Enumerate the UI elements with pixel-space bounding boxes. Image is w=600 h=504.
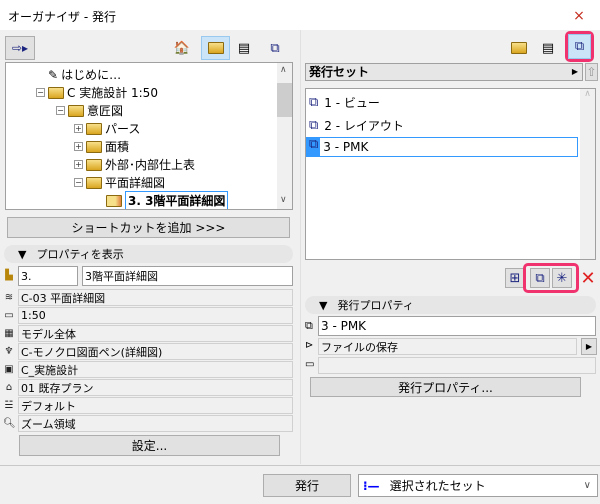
settings-button[interactable]: 設定... bbox=[19, 435, 280, 456]
view-map-icon[interactable] bbox=[201, 36, 230, 60]
scale-icon: ▭ bbox=[4, 310, 14, 321]
title-bar: オーガナイザ - 発行 × bbox=[0, 0, 600, 30]
zoom-icon: 🔍︎ bbox=[3, 418, 16, 429]
scrollbar[interactable]: ∧ ∨ bbox=[277, 63, 292, 209]
publisher-sets-icon[interactable]: ⧉ bbox=[568, 34, 591, 59]
view-map-tree[interactable]: ✎ はじめに… − C 実施設計 1:50 − 意匠図 + パース + 面積 + 外部･内部… bbox=[5, 62, 293, 210]
layer-icon: ≋ bbox=[4, 292, 14, 303]
dimension-field[interactable]: デフォルト bbox=[18, 397, 293, 414]
model-view-icon: ▦ bbox=[4, 328, 14, 339]
publisher-set-icon: ⧉ bbox=[309, 94, 319, 110]
tree-item[interactable]: ✎ はじめに… bbox=[48, 66, 121, 83]
tree-label: 平面詳細図 bbox=[105, 176, 166, 190]
view-id-input[interactable]: 3. bbox=[18, 266, 78, 286]
zoom-field[interactable]: ズーム領域 bbox=[18, 415, 293, 432]
chevron-down-icon: ∨ bbox=[583, 480, 591, 491]
close-button[interactable]: × bbox=[566, 6, 592, 26]
publish-method-menu-button[interactable]: ▶ bbox=[581, 338, 597, 355]
add-item-button[interactable]: ✳ bbox=[552, 268, 572, 288]
tree-item[interactable]: − 平面詳細図 bbox=[74, 174, 165, 191]
pen-set-icon: ♆ bbox=[4, 346, 14, 357]
dimension-icon: ☱ bbox=[4, 400, 14, 411]
tree-item-selected[interactable]: 3. 3階平面詳細図 bbox=[106, 191, 229, 209]
publisher-properties-button[interactable]: 発行プロパティ... bbox=[310, 377, 581, 397]
properties-panel: ▙ 3. 3階平面詳細図 ≋ C-03 平面詳細図 ▭ 1:50 ▦ モデル全体 ♆ C… bbox=[0, 266, 300, 436]
layout-book-icon[interactable]: ▤ bbox=[538, 38, 558, 58]
divider bbox=[0, 465, 600, 466]
window-title: オーガナイザ - 発行 bbox=[8, 10, 116, 24]
list-item-label: 1 - ビュー bbox=[324, 95, 380, 110]
override-icon: ▣ bbox=[4, 364, 14, 375]
publisher-set-small-icon: ⧉ bbox=[305, 319, 313, 332]
properties-section-toggle[interactable]: ▼ プロパティを表示 bbox=[4, 245, 293, 263]
path-field[interactable] bbox=[318, 357, 596, 374]
splitter[interactable] bbox=[300, 30, 301, 464]
list-item[interactable]: ⧉ 2 - レイアウト bbox=[309, 115, 404, 135]
tree-label: 意匠図 bbox=[87, 104, 124, 118]
publisher-set-header[interactable]: 発行セット ▶ bbox=[305, 63, 583, 81]
section-title: 発行プロパティ bbox=[337, 299, 414, 312]
publisher-set-icon: ⧉ bbox=[309, 117, 319, 133]
publish-button[interactable]: 発行 bbox=[263, 474, 351, 497]
publish-method-field[interactable]: ファイルの保存 bbox=[318, 338, 577, 355]
publish-target-menu-button[interactable]: ⇨▸ bbox=[5, 36, 35, 60]
graphic-override-field[interactable]: C_実施設計 bbox=[18, 361, 293, 378]
model-view-field[interactable]: モデル全体 bbox=[18, 325, 293, 342]
list-item-label: 2 - レイアウト bbox=[324, 118, 404, 133]
publish-scope-dropdown[interactable]: ⁝— 選択されたセット ∨ bbox=[358, 474, 598, 497]
scrollbar-thumb[interactable] bbox=[277, 83, 292, 117]
list-item[interactable]: ⧉ 1 - ビュー bbox=[309, 92, 380, 112]
renovation-filter-field[interactable]: 01 既存プラン bbox=[18, 379, 293, 396]
folder-icon: ▭ bbox=[305, 359, 315, 370]
layer-combination-field[interactable]: C-03 平面詳細図 bbox=[18, 289, 293, 306]
tree-item[interactable]: + パース bbox=[74, 120, 140, 137]
publish-method-icon: ⊳ bbox=[305, 340, 314, 351]
view-name-input[interactable]: 3階平面詳細図 bbox=[82, 266, 293, 286]
publisher-set-title: 発行セット bbox=[309, 65, 370, 79]
list-item-selected[interactable]: ⧉ 3 - PMK bbox=[306, 137, 578, 157]
tree-label: はじめに… bbox=[61, 68, 122, 82]
tree-label: 面積 bbox=[105, 140, 130, 154]
list-item-label: 3 - PMK bbox=[323, 140, 369, 154]
scrollbar[interactable]: ∧ bbox=[580, 89, 595, 259]
publisher-set-list[interactable]: ⧉ 1 - ビュー ⧉ 2 - レイアウト ⧉ 3 - PMK ∧ bbox=[305, 88, 596, 260]
new-publisher-set-button[interactable]: ⧉ bbox=[530, 268, 550, 288]
publisher-sets-icon[interactable]: ⧉ bbox=[265, 38, 285, 58]
new-folder-button[interactable]: ⊞ bbox=[505, 268, 525, 288]
tree-item[interactable]: + 外部･内部仕上表 bbox=[74, 156, 195, 173]
tree-label: C 実施設計 1:50 bbox=[67, 86, 158, 100]
delete-button[interactable]: ✕ bbox=[578, 268, 598, 289]
view-icon: ▙ bbox=[5, 270, 13, 281]
project-map-icon[interactable]: 🏠 bbox=[172, 38, 192, 58]
up-level-button[interactable]: ⇧ bbox=[585, 63, 598, 81]
pen-set-field[interactable]: C-モノクロ図面ペン(詳細図) bbox=[18, 343, 293, 360]
tree-item[interactable]: − C 実施設計 1:50 bbox=[36, 84, 158, 101]
tree-label: 3. 3階平面詳細図 bbox=[125, 191, 229, 209]
tree-item[interactable]: − 意匠図 bbox=[56, 102, 123, 119]
tree-item[interactable]: + 面積 bbox=[74, 138, 129, 155]
layout-book-icon[interactable]: ▤ bbox=[234, 38, 254, 58]
selected-set-icon: ⁝— bbox=[363, 478, 380, 493]
scale-field[interactable]: 1:50 bbox=[18, 307, 293, 324]
publisher-set-icon: ⧉ bbox=[307, 137, 321, 157]
scope-value: 選択されたセット bbox=[389, 479, 486, 493]
section-title: プロパティを表示 bbox=[36, 248, 124, 261]
tree-label: 外部･内部仕上表 bbox=[105, 158, 196, 172]
view-map-icon[interactable] bbox=[509, 38, 529, 58]
renovation-icon: ⌂ bbox=[5, 382, 13, 393]
publisher-properties-toggle[interactable]: ▼ 発行プロパティ bbox=[305, 296, 596, 314]
add-shortcut-button[interactable]: ショートカットを追加 >>> bbox=[7, 217, 290, 238]
tree-label: パース bbox=[105, 122, 141, 136]
set-name-input[interactable]: 3 - PMK bbox=[318, 316, 596, 336]
